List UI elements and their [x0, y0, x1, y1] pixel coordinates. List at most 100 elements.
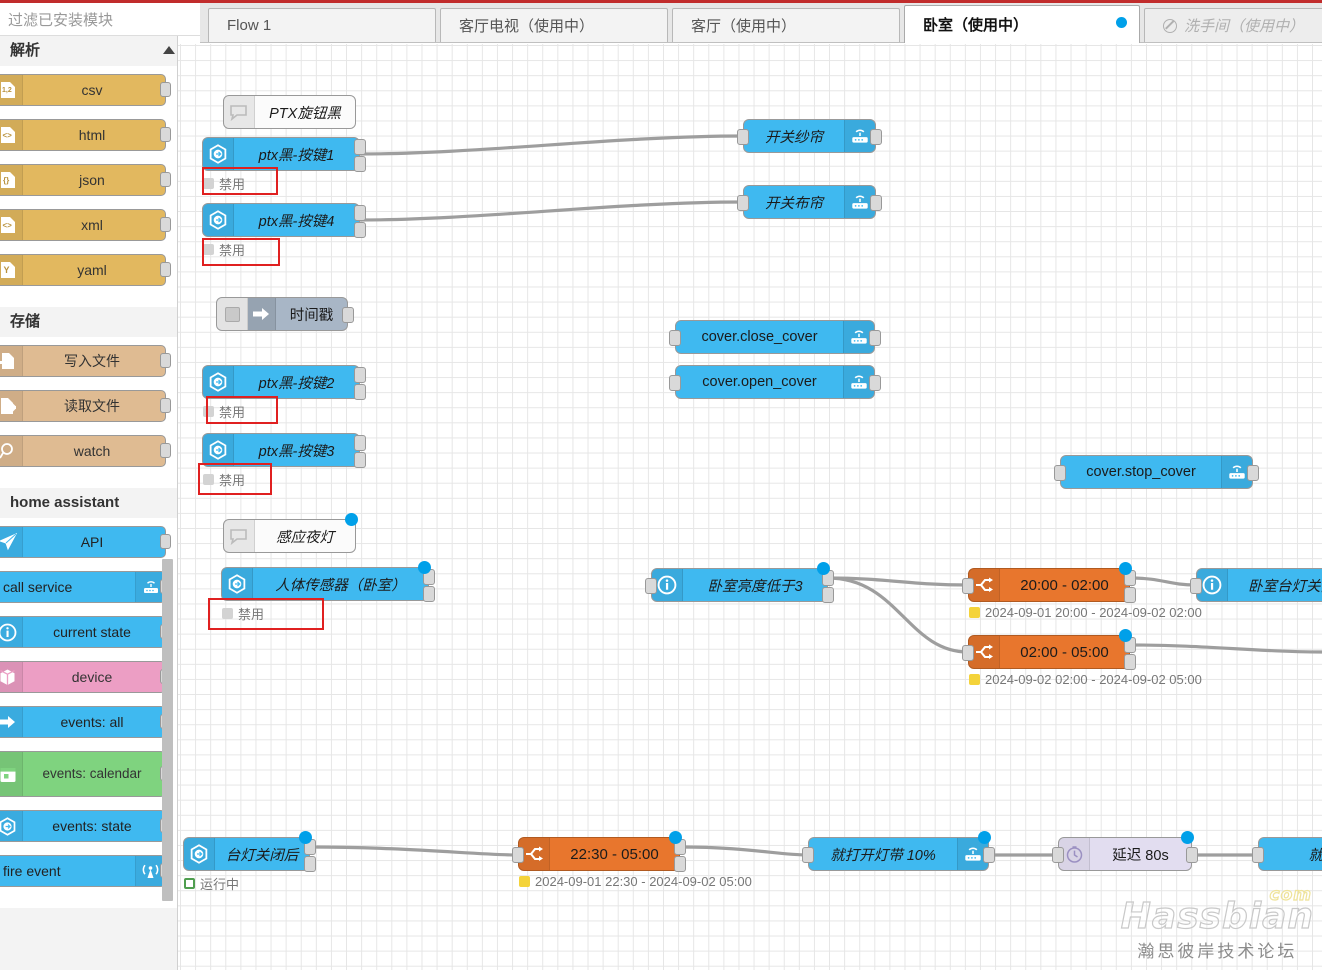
- flow-node-ptx-black-key4[interactable]: ptx黑-按键4 禁用: [202, 203, 366, 258]
- port-out-2[interactable]: [822, 587, 834, 603]
- flow-node-then-close[interactable]: 就关: [1252, 837, 1322, 871]
- port-in[interactable]: [802, 847, 814, 863]
- flow-node-cover-stop-cover[interactable]: cover.stop_cover: [1054, 455, 1259, 489]
- port-in[interactable]: [645, 578, 657, 594]
- comment-node-motion-night-light[interactable]: 感应夜灯: [223, 513, 358, 553]
- port-in[interactable]: [1190, 578, 1202, 594]
- port-in[interactable]: [669, 330, 681, 346]
- port-out[interactable]: [160, 398, 171, 413]
- palette-node-fire-event[interactable]: fire event: [0, 855, 171, 887]
- port-out-2[interactable]: [674, 856, 686, 872]
- port-out-2[interactable]: [354, 452, 366, 468]
- port-out-2[interactable]: [354, 156, 366, 172]
- palette-category-storage[interactable]: 存储: [0, 307, 178, 337]
- palette-node-events-all[interactable]: events: all: [0, 706, 171, 738]
- port-out-1[interactable]: [354, 435, 366, 451]
- port-in[interactable]: [512, 847, 524, 863]
- tab-flow-1[interactable]: Flow 1: [208, 8, 436, 42]
- port-in[interactable]: [1054, 465, 1066, 481]
- xml-icon: <>: [0, 210, 23, 240]
- port-in[interactable]: [962, 645, 974, 661]
- palette-node-events-calendar[interactable]: events: calendar: [0, 751, 171, 797]
- palette-filter-input[interactable]: 过滤已安装模块: [0, 3, 200, 36]
- node-red-editor: 过滤已安装模块 Flow 1 客厅电视（使用中） 客厅（使用中） 卧室（使用中）…: [0, 0, 1322, 970]
- palette-scroll-up-icon[interactable]: [163, 46, 175, 54]
- flow-node-turn-on-light-strip-10[interactable]: 就打开灯带 10%: [802, 831, 995, 871]
- port-out[interactable]: [160, 262, 171, 277]
- flow-node-cover-close-cover[interactable]: cover.close_cover: [669, 320, 881, 354]
- flow-node-motion-sensor-bedroom[interactable]: 人体传感器（卧室） 禁用: [221, 561, 435, 622]
- node-palette[interactable]: 解析 1,2 csv <> html {} json <> xml Y yaml…: [0, 36, 178, 970]
- port-out-2[interactable]: [1124, 587, 1136, 603]
- port-out-1[interactable]: [354, 139, 366, 155]
- flow-node-after-lamp-off[interactable]: 台灯关闭后 运行中: [183, 831, 316, 892]
- port-in[interactable]: [1252, 847, 1264, 863]
- tab-living-room[interactable]: 客厅（使用中）: [672, 8, 900, 42]
- flow-node-bedroom-lamp-off-state[interactable]: 卧室台灯关闭: [1190, 568, 1322, 602]
- flow-node-time-range-2230-0500[interactable]: 22:30 - 05:00 2024-09-01 22:30 - 2024-09…: [512, 831, 752, 889]
- port-out-2[interactable]: [354, 384, 366, 400]
- flow-node-timestamp-inject[interactable]: 时间戳: [216, 297, 354, 331]
- port-out[interactable]: [1247, 465, 1259, 481]
- flow-node-cover-open-cover[interactable]: cover.open_cover: [669, 365, 881, 399]
- port-out[interactable]: [869, 375, 881, 391]
- tab-living-room-tv[interactable]: 客厅电视（使用中）: [440, 8, 668, 42]
- flow-node-time-range-0200-0500[interactable]: 02:00 - 05:00 2024-09-02 02:00 - 2024-09…: [962, 629, 1202, 687]
- port-out[interactable]: [870, 195, 882, 211]
- palette-node-events-state[interactable]: events: state: [0, 810, 171, 842]
- flow-node-ptx-black-key1[interactable]: ptx黑-按键1 禁用: [202, 137, 366, 192]
- palette-node-xml[interactable]: <> xml: [0, 209, 171, 241]
- port-out[interactable]: [983, 847, 995, 863]
- port-out-1[interactable]: [354, 205, 366, 221]
- port-out[interactable]: [160, 534, 171, 549]
- port-out[interactable]: [870, 129, 882, 145]
- flow-node-delay-80s[interactable]: 延迟 80s: [1052, 831, 1198, 871]
- port-out[interactable]: [160, 82, 171, 97]
- port-out[interactable]: [160, 217, 171, 232]
- flow-node-ptx-black-key2[interactable]: ptx黑-按键2 禁用: [202, 365, 366, 420]
- palette-category-parse[interactable]: 解析: [0, 36, 178, 66]
- palette-node-html[interactable]: <> html: [0, 119, 171, 151]
- flow-node-switch-cloth-curtain[interactable]: 开关布帘: [737, 185, 882, 219]
- port-out[interactable]: [160, 353, 171, 368]
- palette-node-yaml[interactable]: Y yaml: [0, 254, 171, 286]
- palette-node-watch[interactable]: watch: [0, 435, 171, 467]
- palette-scrollbar[interactable]: [162, 559, 173, 901]
- tab-bedroom[interactable]: 卧室（使用中）: [904, 5, 1140, 43]
- palette-category-home-assistant-body: API call service current state device ev…: [0, 518, 178, 908]
- node-label: 延迟 80s: [1112, 847, 1169, 864]
- palette-node-device[interactable]: device: [0, 661, 171, 693]
- port-out-2[interactable]: [304, 856, 316, 872]
- port-out[interactable]: [160, 443, 171, 458]
- palette-node-file-write[interactable]: 写入文件: [0, 345, 171, 377]
- port-out[interactable]: [342, 307, 354, 323]
- inject-button-icon[interactable]: [217, 298, 248, 330]
- port-in[interactable]: [669, 375, 681, 391]
- palette-category-home-assistant[interactable]: home assistant: [0, 488, 178, 518]
- port-out[interactable]: [160, 172, 171, 187]
- port-in[interactable]: [737, 195, 749, 211]
- palette-node-current-state[interactable]: current state: [0, 616, 171, 648]
- port-in[interactable]: [1052, 847, 1064, 863]
- comment-node-ptx-knob-black[interactable]: PTX旋钮黑: [223, 95, 356, 129]
- palette-node-json[interactable]: {} json: [0, 164, 171, 196]
- tab-bathroom[interactable]: 洗手间（使用中）: [1144, 8, 1322, 42]
- port-in[interactable]: [962, 578, 974, 594]
- flow-canvas[interactable]: PTX旋钮黑 ptx黑-按键1 禁用 ptx黑-按键4 禁用 时间戳 ptx黑-…: [178, 44, 1322, 970]
- flow-node-time-range-2000-0200[interactable]: 20:00 - 02:00 2024-09-01 20:00 - 2024-09…: [962, 562, 1202, 620]
- palette-node-api[interactable]: API: [0, 526, 171, 558]
- palette-node-call-service[interactable]: call service: [0, 571, 171, 603]
- port-in[interactable]: [737, 129, 749, 145]
- flow-node-bedroom-brightness-below-3[interactable]: 卧室亮度低于3: [645, 562, 834, 603]
- palette-node-csv[interactable]: 1,2 csv: [0, 74, 171, 106]
- port-out[interactable]: [160, 127, 171, 142]
- port-out-2[interactable]: [1124, 654, 1136, 670]
- port-out-2[interactable]: [423, 586, 435, 602]
- port-out-1[interactable]: [354, 367, 366, 383]
- port-out[interactable]: [869, 330, 881, 346]
- palette-node-file-read[interactable]: 读取文件: [0, 390, 171, 422]
- flow-node-ptx-black-key3[interactable]: ptx黑-按键3 禁用: [202, 433, 366, 488]
- port-out[interactable]: [1186, 847, 1198, 863]
- flow-node-switch-sheer-curtain[interactable]: 开关纱帘: [737, 119, 882, 153]
- port-out-2[interactable]: [354, 222, 366, 238]
